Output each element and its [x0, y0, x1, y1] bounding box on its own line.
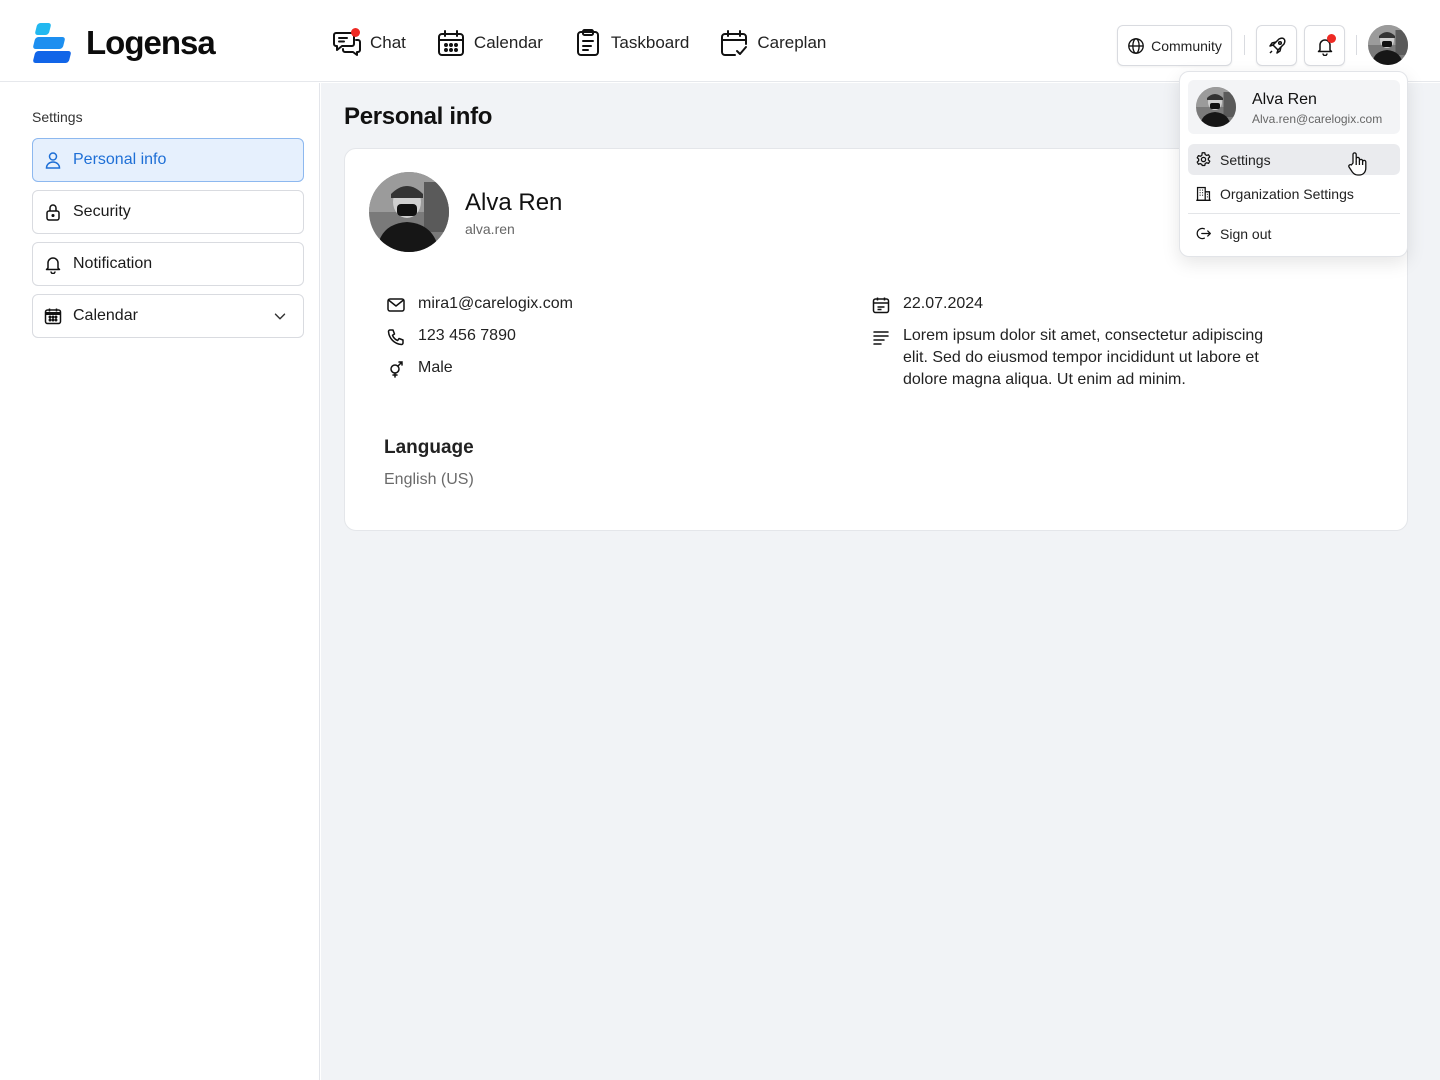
notification-badge	[1327, 34, 1336, 43]
chat-icon	[332, 28, 362, 58]
bell-icon	[45, 257, 61, 274]
lock-icon	[46, 204, 60, 221]
phone-row: 123 456 7890	[386, 327, 516, 347]
main-nav: Chat Calendar Taskboard Careplan	[332, 28, 826, 58]
sidebar-item-security[interactable]: Security	[32, 190, 304, 234]
calendar-icon	[872, 297, 890, 314]
top-bar: Logensa Chat Calendar Taskboard Careplan…	[0, 0, 1440, 82]
profile-avatar	[369, 172, 449, 252]
chevron-down-icon[interactable]	[271, 307, 289, 325]
language-label: Language	[384, 437, 474, 458]
email-value: mira1@carelogix.com	[418, 295, 573, 312]
page-title: Personal info	[344, 103, 493, 130]
account-email: Alva.ren@carelogix.com	[1252, 112, 1383, 126]
sidebar-item-label: Notification	[73, 255, 153, 272]
nav-careplan[interactable]: Careplan	[719, 28, 826, 58]
avatar[interactable]	[1368, 25, 1408, 65]
nav-calendar-label: Calendar	[473, 33, 543, 52]
profile-name: Alva Ren	[465, 189, 563, 216]
calendar-icon	[436, 28, 466, 58]
rocket-button[interactable]	[1256, 25, 1297, 66]
rocket-icon	[1268, 37, 1285, 54]
sidebar-item-notification[interactable]: Notification	[32, 242, 304, 286]
menu-item-sign-out[interactable]: Sign out	[1188, 218, 1400, 249]
account-menu: Alva Ren Alva.ren@carelogix.com Settings…	[1179, 71, 1408, 257]
sidebar-item-calendar[interactable]: Calendar	[32, 294, 304, 338]
hand-cursor-icon	[1348, 152, 1367, 176]
gender-value: Male	[418, 359, 453, 376]
nav-calendar[interactable]: Calendar	[436, 28, 543, 58]
sidebar-item-personal-info[interactable]: Personal info	[32, 138, 304, 182]
logo[interactable]: Logensa	[32, 22, 216, 64]
building-icon	[1196, 186, 1211, 201]
date-value: 22.07.2024	[903, 295, 984, 312]
gender-icon	[390, 361, 403, 378]
nav-careplan-label: Careplan	[757, 33, 827, 52]
logo-mark-icon	[32, 22, 72, 64]
sidebar-item-label: Calendar	[73, 307, 138, 324]
bio-row: Lorem ipsum dolor sit amet, consectetur …	[871, 325, 1268, 391]
nav-chat[interactable]: Chat	[332, 28, 406, 58]
globe-icon	[1128, 37, 1144, 54]
profile-username: alva.ren	[465, 221, 515, 237]
sidebar: Settings Personal info Security Notifica…	[0, 83, 320, 1080]
text-align-icon	[873, 331, 889, 345]
menu-item-organization-settings[interactable]: Organization Settings	[1188, 178, 1400, 209]
clipboard-icon	[573, 28, 603, 58]
sign-out-icon	[1196, 227, 1211, 240]
date-row: 22.07.2024	[871, 295, 983, 315]
phone-icon	[387, 329, 404, 346]
sidebar-title: Settings	[32, 109, 83, 125]
chat-badge	[351, 28, 360, 37]
phone-value: 123 456 7890	[418, 327, 516, 344]
nav-taskboard-label: Taskboard	[610, 33, 690, 52]
account-menu-user[interactable]: Alva Ren Alva.ren@carelogix.com	[1188, 80, 1400, 134]
menu-item-label: Sign out	[1220, 225, 1272, 242]
user-icon	[45, 152, 61, 169]
mail-icon	[387, 298, 405, 312]
divider	[1244, 35, 1245, 55]
calendar-icon	[44, 308, 62, 325]
community-button[interactable]: Community	[1117, 25, 1232, 66]
community-label: Community	[1151, 37, 1222, 54]
logo-text: Logensa	[86, 24, 216, 61]
sidebar-item-label: Security	[73, 203, 131, 220]
language-value: English (US)	[384, 471, 474, 488]
account-name: Alva Ren	[1252, 91, 1317, 108]
menu-item-label: Settings	[1220, 151, 1271, 168]
gear-icon	[1196, 152, 1211, 167]
menu-divider	[1188, 213, 1400, 214]
divider	[1356, 35, 1357, 55]
sidebar-item-label: Personal info	[73, 151, 167, 168]
avatar	[1196, 87, 1236, 127]
gender-row: Male	[386, 359, 453, 379]
bio-text: Lorem ipsum dolor sit amet, consectetur …	[903, 327, 1264, 388]
menu-item-label: Organization Settings	[1220, 185, 1354, 202]
nav-taskboard[interactable]: Taskboard	[573, 28, 689, 58]
notifications-button[interactable]	[1304, 25, 1345, 66]
nav-chat-label: Chat	[370, 33, 406, 52]
calendar-check-icon	[719, 28, 749, 58]
email-row: mira1@carelogix.com	[386, 295, 573, 315]
